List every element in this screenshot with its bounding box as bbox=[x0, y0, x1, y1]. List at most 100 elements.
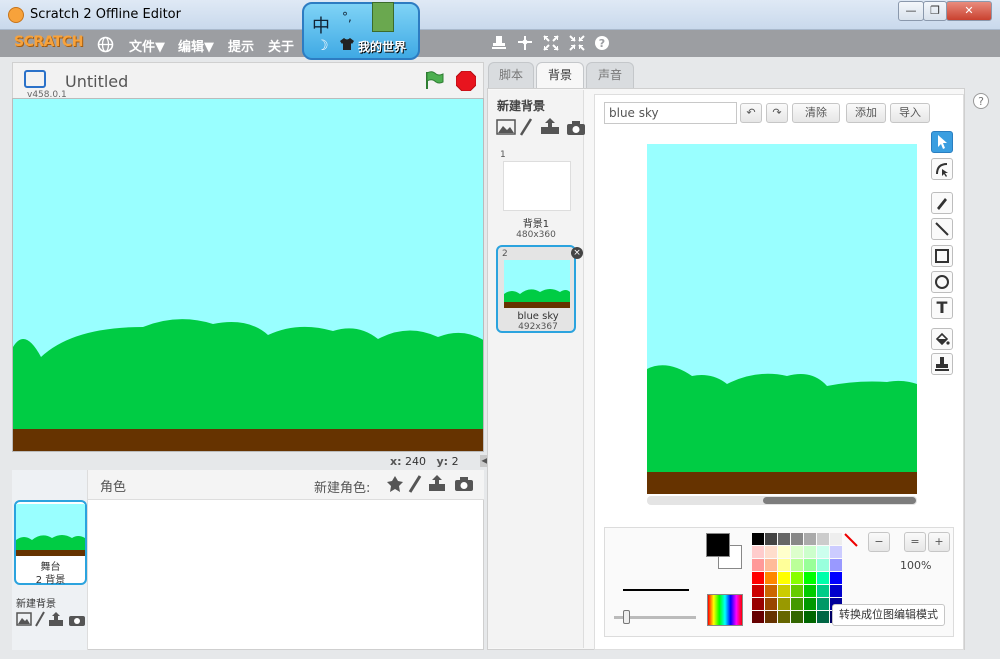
color-swatch[interactable] bbox=[791, 572, 803, 584]
canvas-scroll-thumb[interactable] bbox=[763, 497, 916, 504]
convert-to-bitmap-button[interactable]: 转换成位图编辑模式 bbox=[832, 604, 945, 626]
color-swatch[interactable] bbox=[804, 598, 816, 610]
undo-button[interactable]: ↶ bbox=[740, 103, 762, 123]
reshape-tool-icon[interactable] bbox=[931, 158, 953, 180]
color-swatch[interactable] bbox=[791, 585, 803, 597]
menu-file[interactable]: 文件▼ bbox=[129, 36, 165, 55]
color-swatch[interactable] bbox=[804, 572, 816, 584]
select-tool-arrow-icon[interactable] bbox=[931, 131, 953, 153]
color-swatch[interactable] bbox=[778, 585, 790, 597]
fullscreen-icon[interactable] bbox=[24, 70, 46, 88]
ime-punctuation-toggle[interactable]: °, bbox=[342, 10, 352, 24]
moon-icon[interactable]: ☽ bbox=[316, 38, 329, 54]
color-swatch[interactable] bbox=[778, 598, 790, 610]
import-button[interactable]: 导入 bbox=[890, 103, 930, 123]
color-swatch[interactable] bbox=[765, 598, 777, 610]
color-swatch[interactable] bbox=[765, 585, 777, 597]
redo-button[interactable]: ↷ bbox=[766, 103, 788, 123]
line-width-slider-handle[interactable] bbox=[623, 610, 630, 624]
color-swatch[interactable] bbox=[830, 572, 842, 584]
color-swatch[interactable] bbox=[804, 546, 816, 558]
paint-backdrop-brush-icon[interactable] bbox=[35, 611, 45, 630]
color-swatch[interactable] bbox=[830, 533, 842, 545]
color-swatch[interactable] bbox=[791, 559, 803, 571]
shrink-icon[interactable] bbox=[568, 35, 586, 55]
zoom-reset-button[interactable]: = bbox=[904, 532, 926, 552]
backdrop-library-icon[interactable] bbox=[496, 119, 516, 138]
zoom-in-button[interactable]: + bbox=[928, 532, 950, 552]
paint-canvas[interactable] bbox=[647, 144, 917, 494]
color-swatch[interactable] bbox=[752, 611, 764, 623]
sprite-library-icon[interactable] bbox=[386, 475, 404, 496]
add-button[interactable]: 添加 bbox=[846, 103, 886, 123]
line-tool-icon[interactable] bbox=[931, 218, 953, 240]
clear-button[interactable]: 清除 bbox=[792, 103, 840, 123]
minimize-button[interactable]: — bbox=[898, 1, 924, 21]
color-swatch[interactable] bbox=[765, 546, 777, 558]
color-swatch[interactable] bbox=[778, 546, 790, 558]
ime-language-toggle[interactable]: 中 bbox=[312, 12, 330, 38]
close-button[interactable]: ✕ bbox=[946, 1, 992, 21]
fill-bucket-tool-icon[interactable] bbox=[931, 328, 953, 350]
text-tool-icon[interactable]: T bbox=[931, 297, 953, 319]
color-swatch[interactable] bbox=[778, 611, 790, 623]
color-swatch[interactable] bbox=[817, 533, 829, 545]
green-flag-icon[interactable] bbox=[424, 70, 444, 90]
color-swatch[interactable] bbox=[817, 559, 829, 571]
color-swatch[interactable] bbox=[778, 572, 790, 584]
maximize-button[interactable]: ❐ bbox=[923, 1, 947, 21]
color-swatch[interactable] bbox=[752, 533, 764, 545]
duplicate-stamp-icon[interactable] bbox=[490, 35, 508, 55]
tab-scripts[interactable]: 脚本 bbox=[488, 62, 534, 88]
skin-shirt-icon[interactable] bbox=[340, 38, 354, 54]
tab-sounds[interactable]: 声音 bbox=[586, 62, 634, 88]
color-swatch[interactable] bbox=[804, 585, 816, 597]
color-swatch[interactable] bbox=[791, 598, 803, 610]
color-swatch[interactable] bbox=[804, 611, 816, 623]
tab-backdrops[interactable]: 背景 bbox=[536, 62, 584, 90]
upload-backdrop-icon[interactable] bbox=[540, 117, 560, 138]
primary-color-swatch[interactable] bbox=[706, 533, 730, 557]
cut-scissors-icon[interactable] bbox=[516, 35, 534, 55]
camera-sprite-icon[interactable] bbox=[454, 476, 474, 495]
color-swatch[interactable] bbox=[830, 546, 842, 558]
color-swatch[interactable] bbox=[765, 611, 777, 623]
color-swatch[interactable] bbox=[817, 585, 829, 597]
backdrop-item-1[interactable]: 1 背景1 480x360 bbox=[496, 148, 576, 240]
color-swatch[interactable] bbox=[817, 598, 829, 610]
color-swatch[interactable] bbox=[765, 533, 777, 545]
color-swatch[interactable] bbox=[765, 572, 777, 584]
backdrop-library-icon[interactable] bbox=[16, 612, 32, 629]
ellipse-tool-icon[interactable] bbox=[931, 271, 953, 293]
color-picker-spectrum[interactable] bbox=[707, 594, 743, 626]
menu-tips[interactable]: 提示 bbox=[228, 36, 254, 55]
color-swatch[interactable] bbox=[791, 546, 803, 558]
color-swatch[interactable] bbox=[791, 533, 803, 545]
grow-icon[interactable] bbox=[542, 35, 560, 55]
camera-backdrop-icon[interactable] bbox=[566, 120, 586, 139]
camera-backdrop-icon[interactable] bbox=[68, 613, 86, 630]
menu-about[interactable]: 关于 bbox=[268, 36, 294, 55]
color-swatch[interactable] bbox=[778, 533, 790, 545]
upload-backdrop-icon[interactable] bbox=[48, 611, 64, 630]
color-swatch[interactable] bbox=[752, 546, 764, 558]
color-swatch[interactable] bbox=[752, 585, 764, 597]
color-swatch[interactable] bbox=[830, 559, 842, 571]
color-swatch[interactable] bbox=[817, 546, 829, 558]
stop-sign-icon[interactable] bbox=[455, 70, 477, 92]
color-swatch[interactable] bbox=[804, 533, 816, 545]
stage-canvas[interactable] bbox=[12, 98, 484, 452]
delete-backdrop-button[interactable]: × bbox=[571, 247, 583, 259]
color-swatch[interactable] bbox=[817, 611, 829, 623]
color-swatch[interactable] bbox=[778, 559, 790, 571]
costume-name-input[interactable] bbox=[604, 102, 737, 124]
eyedropper-zoom-out-icon[interactable]: − bbox=[868, 532, 890, 552]
rectangle-tool-icon[interactable] bbox=[931, 245, 953, 267]
project-title[interactable]: Untitled bbox=[65, 72, 128, 91]
paint-backdrop-brush-icon[interactable] bbox=[519, 118, 533, 139]
color-swatch[interactable] bbox=[791, 611, 803, 623]
paint-sprite-brush-icon[interactable] bbox=[408, 475, 422, 496]
help-circle-icon[interactable]: ? bbox=[973, 93, 989, 109]
menu-edit[interactable]: 编辑▼ bbox=[178, 36, 214, 55]
color-swatch[interactable] bbox=[765, 559, 777, 571]
